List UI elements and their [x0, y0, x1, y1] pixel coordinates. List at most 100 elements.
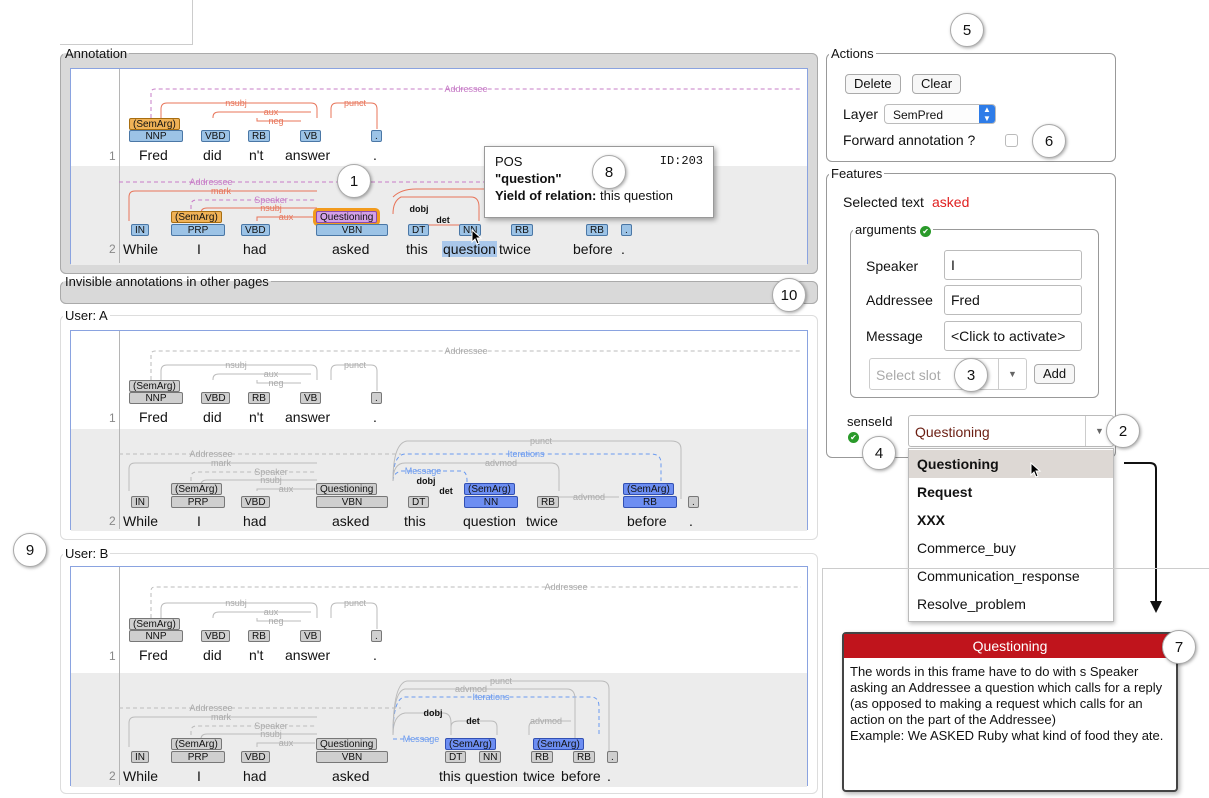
pos-tag[interactable]: PRP	[171, 224, 225, 236]
callout-10: 10	[772, 278, 806, 312]
semarg-tag: (SemArg)	[533, 738, 584, 750]
layer-select[interactable]: SemPred ▲ ▼	[884, 104, 996, 124]
semarg-tag: (SemArg)	[623, 483, 674, 495]
token: before	[561, 768, 601, 784]
tooltip-yield-value: this question	[599, 188, 673, 203]
pos-tag: NN	[464, 496, 518, 508]
token: .	[689, 513, 693, 529]
token: twice	[523, 768, 555, 784]
pos-tag[interactable]: VB	[300, 130, 322, 142]
dropdown-item[interactable]: Resolve_problem	[909, 590, 1113, 618]
pos-tag: VBN	[316, 751, 388, 763]
mouse-cursor-icon	[471, 229, 483, 245]
corner-line	[822, 568, 823, 798]
pos-tag[interactable]: .	[371, 130, 382, 142]
pos-tag[interactable]: VBN	[316, 224, 388, 236]
token[interactable]: .	[373, 147, 377, 163]
features-legend: Features	[831, 166, 883, 181]
dropdown-item[interactable]: XXX	[909, 506, 1113, 534]
token-selected[interactable]: question	[442, 241, 497, 257]
senseid-select[interactable]: Questioning ▼	[908, 415, 1114, 447]
frame-info-title: Questioning	[844, 634, 1176, 658]
pos-tag[interactable]: VBD	[241, 224, 270, 236]
pos-tag[interactable]: DT	[408, 224, 430, 236]
token: n't	[249, 647, 264, 663]
token: While	[123, 768, 159, 784]
pos-tag[interactable]: RB	[586, 224, 608, 236]
arc-label-punct: punct	[344, 98, 367, 108]
pos-tag[interactable]: RB	[511, 224, 533, 236]
token[interactable]: had	[243, 241, 266, 257]
arc-label-punct-2: punct	[530, 436, 553, 446]
semarg-tag[interactable]: (SemArg)	[129, 118, 180, 130]
clear-button[interactable]: Clear	[912, 74, 962, 94]
pos-tag: .	[371, 392, 382, 404]
arc-label-punct-2: punct	[490, 676, 513, 686]
pos-tag: .	[607, 751, 618, 763]
forward-annotation-checkbox[interactable]	[1005, 134, 1018, 147]
arc-label-det: det	[466, 716, 480, 726]
speaker-field[interactable]: I	[944, 250, 1082, 280]
dropdown-item[interactable]: Request	[909, 478, 1113, 506]
arc-label-aux-2: aux	[279, 738, 294, 748]
delete-button[interactable]: Delete	[845, 74, 901, 94]
dropdown-item[interactable]: Communication_response	[909, 562, 1113, 590]
message-field[interactable]: <Click to activate>	[944, 321, 1082, 351]
arc-label-mark: mark	[211, 186, 231, 196]
token: Fred	[139, 409, 168, 425]
pos-tag[interactable]: .	[621, 224, 632, 236]
addressee-field[interactable]: Fred	[944, 285, 1082, 315]
forward-annotation-label: Forward annotation ?	[843, 132, 976, 148]
token: did	[203, 647, 222, 663]
arc-label-neg: neg	[268, 378, 283, 388]
frame-tag[interactable]: Questioning	[316, 211, 378, 223]
token[interactable]: did	[203, 147, 222, 163]
arguments-legend-text: arguments	[855, 222, 917, 237]
pos-tag: VBD	[201, 630, 230, 642]
arc-label-dobj: dobj	[424, 708, 443, 718]
semarg-tag: (SemArg)	[129, 380, 180, 392]
token[interactable]: this	[406, 241, 428, 257]
pos-tag[interactable]: VBD	[201, 130, 230, 142]
token[interactable]: answer	[285, 147, 330, 163]
arc-label-addressee: Addressee	[444, 84, 487, 94]
arc-label-nsubj: nsubj	[225, 598, 247, 608]
pos-tag: DT	[408, 496, 430, 508]
dropdown-item[interactable]: Commerce_buy	[909, 534, 1113, 562]
mouse-cursor-icon	[1030, 462, 1042, 478]
arc-label-advmod: advmod	[455, 684, 487, 694]
token[interactable]: before	[573, 241, 613, 257]
pos-tag: NN	[479, 751, 502, 763]
token[interactable]: While	[123, 241, 158, 257]
frame-info-example: Example: We ASKED Ruby what kind of food…	[850, 728, 1164, 743]
pos-tag[interactable]: NNP	[129, 130, 183, 142]
select-slot-dropdown[interactable]: Select slot ▼	[869, 358, 1027, 390]
token: had	[243, 768, 267, 784]
token: twice	[526, 513, 558, 529]
token[interactable]: Fred	[139, 147, 168, 163]
callout-9: 9	[13, 533, 47, 567]
pos-tag[interactable]: RB	[248, 130, 270, 142]
token: answer	[285, 647, 331, 663]
token[interactable]: n't	[249, 147, 263, 163]
arc-label-advmod: advmod	[485, 458, 517, 468]
dropdown-item[interactable]: Questioning	[909, 450, 1113, 478]
selected-text-label: Selected text	[843, 194, 924, 210]
arc-label-neg: neg	[268, 616, 283, 626]
token[interactable]: I	[197, 241, 201, 257]
token[interactable]: .	[621, 241, 625, 257]
arc-label-mark: mark	[211, 712, 231, 722]
add-slot-button[interactable]: Add	[1034, 364, 1076, 384]
corner-line	[822, 568, 1209, 569]
pos-tag: IN	[131, 496, 149, 508]
check-circle-icon: ✔	[920, 226, 932, 237]
pos-tag[interactable]: IN	[131, 224, 149, 236]
pos-tag: IN	[131, 751, 149, 763]
invisible-annotations-panel[interactable]: Invisible annotations in other pages	[60, 274, 818, 304]
semarg-tag[interactable]: (SemArg)	[171, 211, 222, 223]
frame-info-text: The words in this frame have to do with …	[850, 664, 1163, 727]
token[interactable]: twice	[499, 241, 531, 257]
arc-label-advmod-2: advmod	[530, 716, 562, 726]
token[interactable]: asked	[332, 241, 369, 257]
speaker-label: Speaker	[866, 258, 919, 274]
